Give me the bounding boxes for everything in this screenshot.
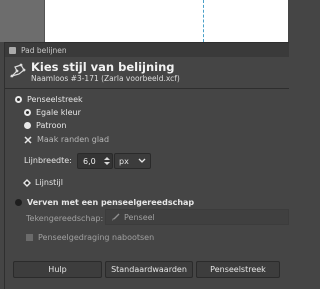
paint-tool-row: Tekengereedschap: [26,214,103,223]
paint-tool-radio-button[interactable] [15,199,22,206]
solid-color-radio-button[interactable] [24,109,31,116]
solid-color-radio[interactable]: Egale kleur [24,108,81,117]
pattern-label: Patroon [36,121,67,130]
line-style-expander[interactable]: Lijnstijl [23,178,63,187]
line-style-label: Lijnstijl [35,178,63,187]
antialias-label: Maak randen glad [37,135,110,144]
paint-tool-field-label: Tekengereedschap: [26,214,104,223]
spin-arrows-icon[interactable] [103,156,110,166]
line-width-row: Lijnbreedte: [24,156,72,165]
reset-button[interactable]: Standaardwaarden [105,261,193,278]
dialog-titlebar[interactable]: Pad belijnen [5,43,289,57]
line-width-label: Lijnbreedte: [24,156,72,165]
stroke-path-dialog: Pad belijnen Kies stijl van belijning Na… [4,42,289,289]
solid-color-label: Egale kleur [36,108,81,117]
dialog-header: Kies stijl van belijning Naamloos #3-171… [10,60,280,84]
unit-value: px [119,156,129,166]
image-canvas[interactable] [44,0,288,42]
paint-tool-value: Penseel [124,212,155,222]
emulate-checkbox-box[interactable] [26,234,33,241]
emulate-dynamics-label: Penseelgedraging nabootsen [38,233,155,242]
dialog-button-row: Hulp Standaardwaarden Penseelstreek [13,261,289,278]
stroke-line-label: Penseelstreek [27,95,83,104]
pattern-radio[interactable]: Patroon [24,121,66,130]
antialias-checkbox[interactable]: Maak randen glad [24,135,109,144]
canvas-border [44,0,45,42]
guide-line [203,0,204,42]
stroke-button[interactable]: Penseelstreek [196,261,280,278]
dialog-title: Pad belijnen [21,45,67,55]
unit-select[interactable]: px [114,153,151,169]
paintbrush-icon [112,213,120,221]
path-stroke-icon [10,63,26,78]
pattern-radio-button[interactable] [24,122,31,129]
stroke-line-radio-button[interactable] [15,96,22,103]
chevron-down-icon [138,158,146,163]
line-width-spinbutton[interactable]: 6,0 [77,153,113,169]
header-separator [5,88,289,89]
paint-tool-combobox[interactable]: Penseel [105,209,289,225]
image-name: Naamloos #3-171 (Zarla voorbeeld.xcf) [31,74,180,83]
stroke-line-radio[interactable]: Penseelstreek [15,95,83,104]
line-width-value: 6,0 [83,156,96,166]
check-mark-icon[interactable] [24,135,32,144]
app-icon [9,46,16,54]
expander-icon[interactable] [23,178,31,187]
paint-tool-label: Verven met een penseelgereedschap [27,198,195,207]
help-button[interactable]: Hulp [13,261,102,278]
paint-tool-radio[interactable]: Verven met een penseelgereedschap [15,198,194,207]
dialog-heading: Kies stijl van belijning [31,60,175,74]
emulate-dynamics-checkbox[interactable]: Penseelgedraging nabootsen [26,233,154,242]
